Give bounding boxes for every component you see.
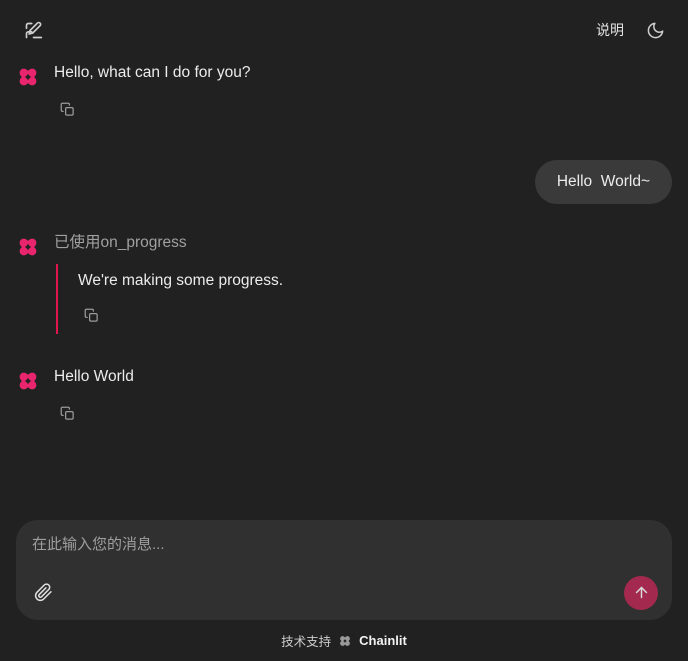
step-message-text: We're making some progress. (78, 272, 284, 289)
header-right-group: 说明 (588, 13, 672, 47)
arrow-up-icon (633, 584, 650, 601)
new-chat-button[interactable] (16, 13, 50, 47)
composer-toolbar (32, 575, 658, 610)
moon-icon (646, 21, 665, 40)
copy-icon (60, 406, 75, 421)
message-assistant-final: Hello World (16, 364, 672, 426)
message-text: Hello World (54, 368, 134, 385)
copy-button[interactable] (54, 96, 80, 122)
step-label[interactable]: 已使用on_progress (54, 230, 672, 254)
footer-brand-label: Chainlit (359, 633, 407, 648)
paperclip-icon (34, 583, 53, 602)
header-left-group (16, 13, 50, 47)
avatar (16, 369, 40, 393)
step-nested-content: We're making some progress. (56, 264, 672, 334)
message-list: Hello, what can I do for you? Hello Worl… (0, 60, 688, 520)
chainlit-logo-icon (16, 235, 40, 259)
chainlit-logo-icon (16, 369, 40, 393)
chainlit-logo-icon (338, 634, 352, 648)
app-header: 说明 (0, 0, 688, 60)
message-input[interactable] (32, 534, 656, 576)
send-button[interactable] (624, 575, 658, 610)
composer-container (0, 520, 688, 620)
message-assistant-greeting: Hello, what can I do for you? (16, 60, 672, 122)
footer-prefix-label: 技术支持 (281, 635, 332, 649)
message-actions (78, 302, 672, 328)
avatar (16, 235, 40, 259)
copy-icon (60, 102, 75, 117)
theme-toggle-button[interactable] (638, 13, 672, 47)
copy-icon (84, 308, 99, 323)
message-actions (54, 400, 672, 426)
message-assistant-step: 已使用on_progress We're making some progres… (16, 230, 672, 334)
avatar (16, 65, 40, 89)
message-body: Hello, what can I do for you? (54, 60, 672, 122)
composer (16, 520, 672, 620)
user-message-bubble: Hello World~ (534, 160, 672, 204)
copy-button[interactable] (54, 400, 80, 426)
message-body: Hello World (54, 364, 672, 426)
message-user: Hello World~ (16, 160, 672, 204)
copy-button[interactable] (78, 302, 104, 328)
readme-button[interactable]: 说明 (588, 14, 632, 46)
message-text: Hello, what can I do for you? (54, 64, 251, 81)
readme-label: 说明 (596, 22, 624, 38)
chat-app: 说明 Hello, what can I do for you? Hello W… (0, 0, 688, 661)
chainlit-logo-icon (16, 65, 40, 89)
new-chat-pencil-square-icon (23, 20, 44, 41)
message-actions (54, 96, 672, 122)
message-body: 已使用on_progress We're making some progres… (54, 230, 672, 334)
footer: 技术支持 Chainlit (0, 620, 688, 661)
attach-file-button[interactable] (28, 578, 58, 608)
